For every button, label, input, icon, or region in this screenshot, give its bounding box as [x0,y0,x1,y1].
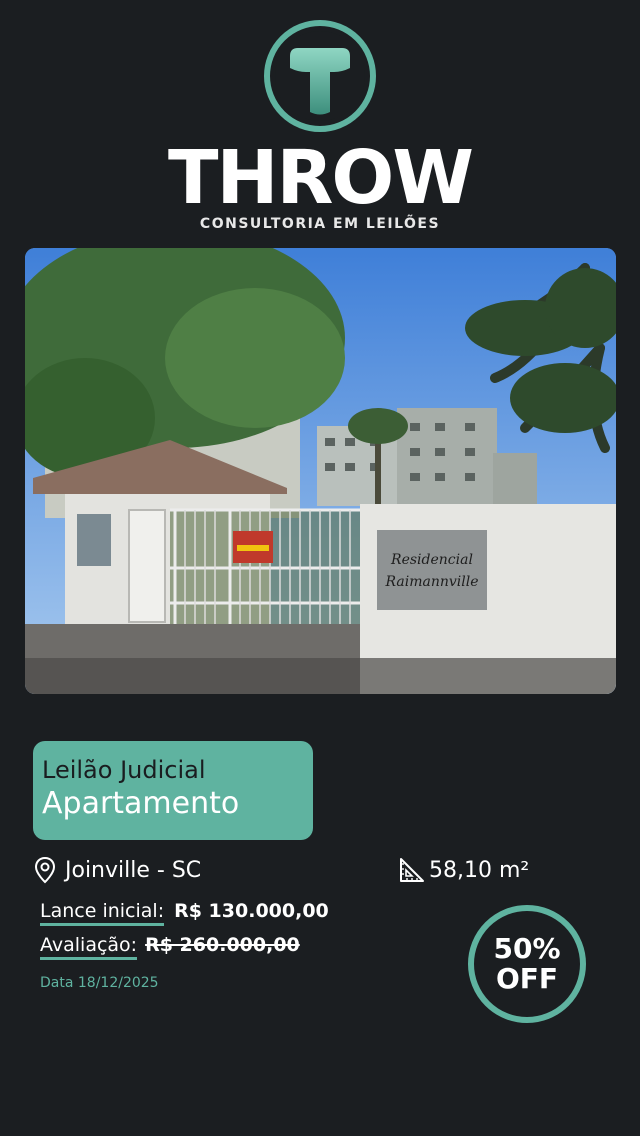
sign-line2: Raimannville [385,574,479,590]
discount-badge: 50% OFF [468,905,586,1023]
auction-date: Data 18/12/2025 [40,975,159,991]
area-row: 58,10 m² [399,854,529,886]
initial-bid-row: Lance inicial: R$ 130.000,00 [40,900,329,926]
valuation-row: Avaliação: R$ 260.000,00 [40,934,300,960]
discount-percent: 50% [493,932,561,965]
set-square-ruler-icon [400,858,424,882]
brand-name: THROW [168,135,474,221]
initial-bid-value: R$ 130.000,00 [174,900,329,922]
brand-tagline: CONSULTORIA EM LEILÕES [199,216,441,232]
property-type: Apartamento [42,786,240,821]
valuation-label: Avaliação: [40,934,138,960]
property-photo: Residencial Raimannville [25,248,616,694]
valuation-value: R$ 260.000,00 [145,934,300,956]
initial-bid-label: Lance inicial: [40,900,165,926]
discount-off: OFF [495,962,559,995]
location-row: Joinville - SC [34,854,201,886]
area-text: 58,10 m² [429,857,530,883]
throw-logo-icon [262,18,378,134]
location-text: Joinville - SC [65,857,202,883]
auction-type-box: Leilão Judicial Apartamento [33,741,313,840]
auction-type: Leilão Judicial [42,756,206,784]
map-pin-icon [34,856,56,884]
sign-line1: Residencial [390,552,473,568]
